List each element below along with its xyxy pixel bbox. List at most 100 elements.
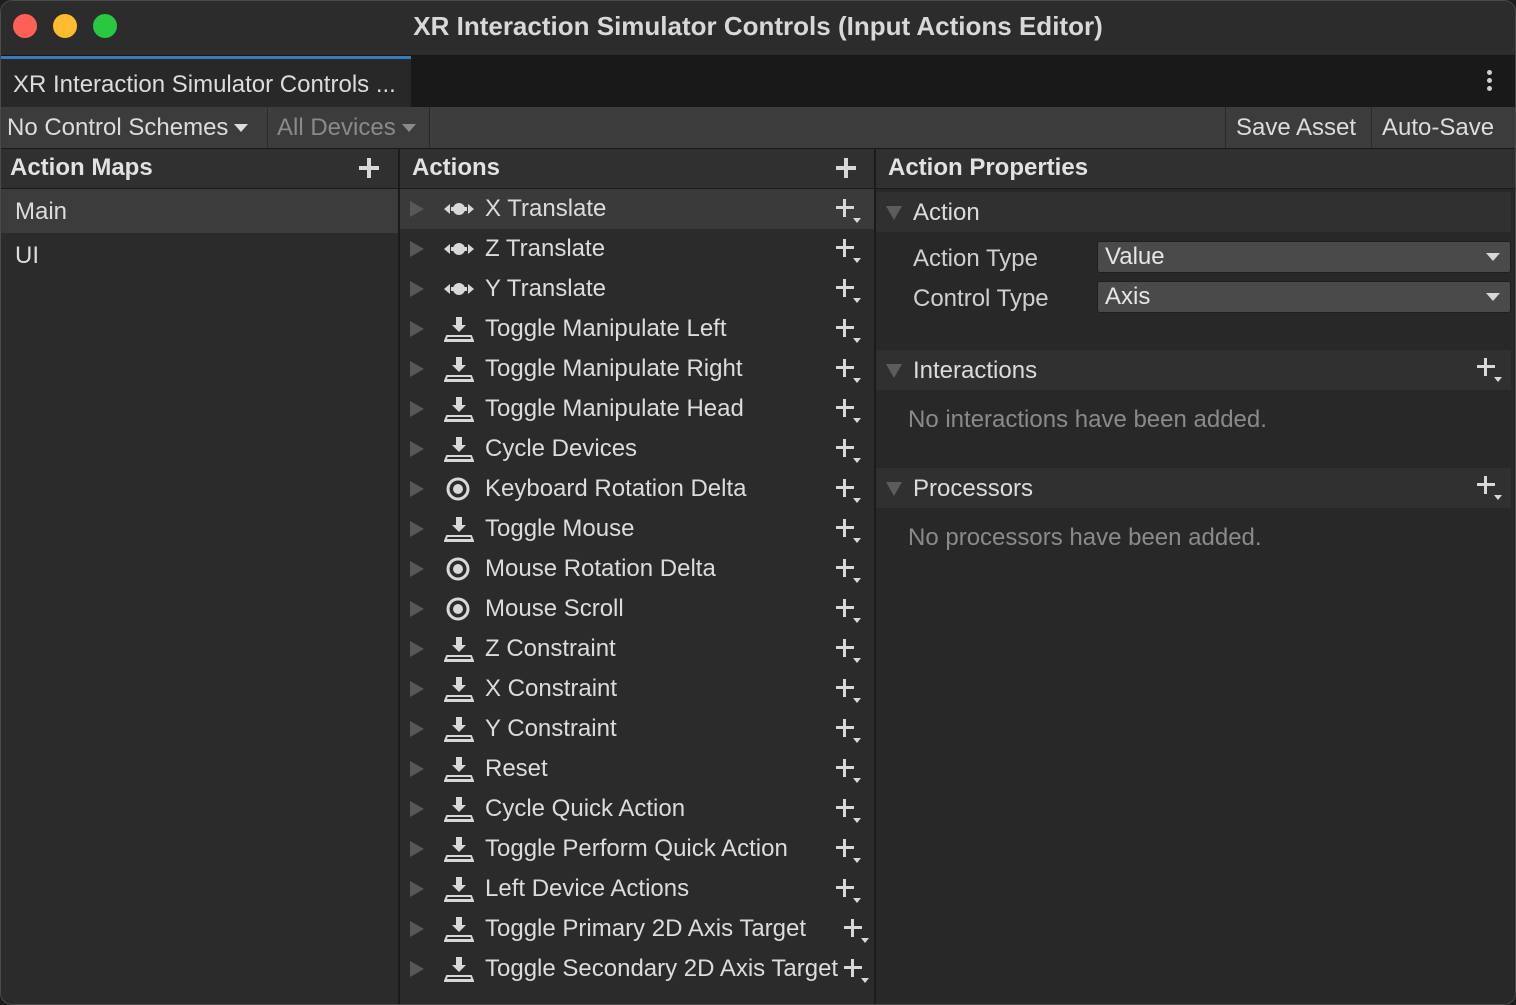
- expand-arrow-icon[interactable]: [410, 841, 424, 857]
- expand-arrow-icon[interactable]: [410, 601, 424, 617]
- expand-arrow-icon[interactable]: [410, 521, 424, 537]
- expand-arrow-icon[interactable]: [410, 561, 424, 577]
- interactions-foldout[interactable]: Interactions: [876, 350, 1511, 390]
- action-label: Reset: [485, 755, 548, 782]
- action-item[interactable]: Toggle Perform Quick Action: [400, 829, 874, 869]
- editor-tab[interactable]: XR Interaction Simulator Controls ...: [1, 56, 411, 107]
- expand-arrow-icon[interactable]: [410, 761, 424, 777]
- action-label: Cycle Devices: [485, 435, 638, 462]
- devices-dropdown[interactable]: All Devices: [271, 107, 430, 148]
- toolbar: No Control Schemes All Devices Save Asse…: [1, 107, 1515, 149]
- action-label: Toggle Manipulate Left: [485, 315, 727, 342]
- add-processor-icon[interactable]: [1477, 476, 1502, 500]
- control-schemes-dropdown[interactable]: No Control Schemes: [1, 107, 268, 148]
- expand-arrow-icon[interactable]: [410, 881, 424, 897]
- action-item[interactable]: Toggle Manipulate Head: [400, 389, 874, 429]
- expand-arrow-icon[interactable]: [410, 681, 424, 697]
- action-item[interactable]: Keyboard Rotation Delta: [400, 469, 874, 509]
- expand-arrow-icon[interactable]: [410, 641, 424, 657]
- action-item[interactable]: X Translate: [400, 189, 874, 229]
- add-binding-icon[interactable]: [844, 919, 869, 943]
- add-action-icon[interactable]: [836, 158, 856, 178]
- add-binding-icon[interactable]: [836, 599, 861, 623]
- foldout-triangle-icon: [886, 364, 902, 378]
- control-type-select[interactable]: Axis: [1097, 281, 1511, 313]
- button-press-icon: [443, 876, 475, 902]
- add-binding-icon[interactable]: [844, 959, 869, 983]
- chevron-down-icon: [1486, 253, 1500, 261]
- axis-arrows-icon: [444, 236, 474, 262]
- add-binding-icon[interactable]: [836, 319, 861, 343]
- actions-panel: Actions X Translate Z Translate Y Translat…: [400, 149, 876, 1004]
- add-binding-icon[interactable]: [836, 719, 861, 743]
- expand-arrow-icon[interactable]: [410, 481, 424, 497]
- auto-save-toggle[interactable]: Auto-Save: [1371, 107, 1515, 148]
- expand-arrow-icon[interactable]: [410, 361, 424, 377]
- processors-foldout[interactable]: Processors: [876, 468, 1511, 508]
- action-item[interactable]: Toggle Secondary 2D Axis Target: [400, 949, 874, 989]
- action-item[interactable]: Y Translate: [400, 269, 874, 309]
- add-interaction-icon[interactable]: [1477, 358, 1502, 382]
- add-binding-icon[interactable]: [836, 559, 861, 583]
- add-binding-icon[interactable]: [836, 799, 861, 823]
- action-map-item[interactable]: UI: [1, 233, 398, 277]
- expand-arrow-icon[interactable]: [410, 721, 424, 737]
- action-type-select[interactable]: Value: [1097, 241, 1511, 273]
- action-item[interactable]: Toggle Manipulate Right: [400, 349, 874, 389]
- action-item[interactable]: Z Translate: [400, 229, 874, 269]
- action-item[interactable]: Reset: [400, 749, 874, 789]
- action-item[interactable]: Mouse Rotation Delta: [400, 549, 874, 589]
- processors-foldout-label: Processors: [913, 475, 1034, 502]
- action-item[interactable]: Left Device Actions: [400, 869, 874, 909]
- control-type-label: Control Type: [913, 285, 1049, 312]
- save-asset-button[interactable]: Save Asset: [1225, 107, 1370, 148]
- tab-strip: XR Interaction Simulator Controls ...: [1, 56, 1515, 107]
- more-options-icon[interactable]: [1487, 70, 1493, 94]
- add-binding-icon[interactable]: [836, 239, 861, 263]
- expand-arrow-icon[interactable]: [410, 321, 424, 337]
- action-item[interactable]: Toggle Primary 2D Axis Target: [400, 909, 874, 949]
- add-binding-icon[interactable]: [836, 639, 861, 663]
- button-press-icon: [443, 516, 475, 542]
- action-item[interactable]: Mouse Scroll: [400, 589, 874, 629]
- action-foldout[interactable]: Action: [876, 192, 1511, 232]
- add-binding-icon[interactable]: [836, 759, 861, 783]
- actions-title: Actions: [412, 154, 501, 181]
- action-item[interactable]: Y Constraint: [400, 709, 874, 749]
- add-binding-icon[interactable]: [836, 359, 861, 383]
- add-binding-icon[interactable]: [836, 279, 861, 303]
- action-item[interactable]: Cycle Quick Action: [400, 789, 874, 829]
- add-binding-icon[interactable]: [836, 679, 861, 703]
- add-action-map-icon[interactable]: [359, 158, 379, 178]
- expand-arrow-icon[interactable]: [410, 201, 424, 217]
- expand-arrow-icon[interactable]: [410, 281, 424, 297]
- action-item[interactable]: Z Constraint: [400, 629, 874, 669]
- action-label: Toggle Mouse: [485, 515, 635, 542]
- add-binding-icon[interactable]: [836, 399, 861, 423]
- add-binding-icon[interactable]: [836, 439, 861, 463]
- expand-arrow-icon[interactable]: [410, 961, 424, 977]
- button-press-icon: [443, 636, 475, 662]
- add-binding-icon[interactable]: [836, 519, 861, 543]
- action-item[interactable]: Toggle Manipulate Left: [400, 309, 874, 349]
- button-press-icon: [443, 396, 475, 422]
- action-properties-panel: Action Properties Action Action Type Val…: [876, 149, 1515, 1004]
- control-type-row: Control Type Axis: [913, 281, 1511, 315]
- expand-arrow-icon[interactable]: [410, 921, 424, 937]
- action-map-item[interactable]: Main: [1, 189, 398, 233]
- add-binding-icon[interactable]: [836, 479, 861, 503]
- action-label: Left Device Actions: [485, 875, 690, 902]
- add-binding-icon[interactable]: [836, 199, 861, 223]
- add-binding-icon[interactable]: [836, 839, 861, 863]
- expand-arrow-icon[interactable]: [410, 441, 424, 457]
- processors-empty-note: No processors have been added.: [908, 524, 1262, 551]
- action-foldout-label: Action: [913, 199, 980, 226]
- expand-arrow-icon[interactable]: [410, 801, 424, 817]
- add-binding-icon[interactable]: [836, 879, 861, 903]
- action-label: Toggle Manipulate Head: [485, 395, 744, 422]
- expand-arrow-icon[interactable]: [410, 401, 424, 417]
- action-item[interactable]: X Constraint: [400, 669, 874, 709]
- action-item[interactable]: Cycle Devices: [400, 429, 874, 469]
- action-item[interactable]: Toggle Mouse: [400, 509, 874, 549]
- expand-arrow-icon[interactable]: [410, 241, 424, 257]
